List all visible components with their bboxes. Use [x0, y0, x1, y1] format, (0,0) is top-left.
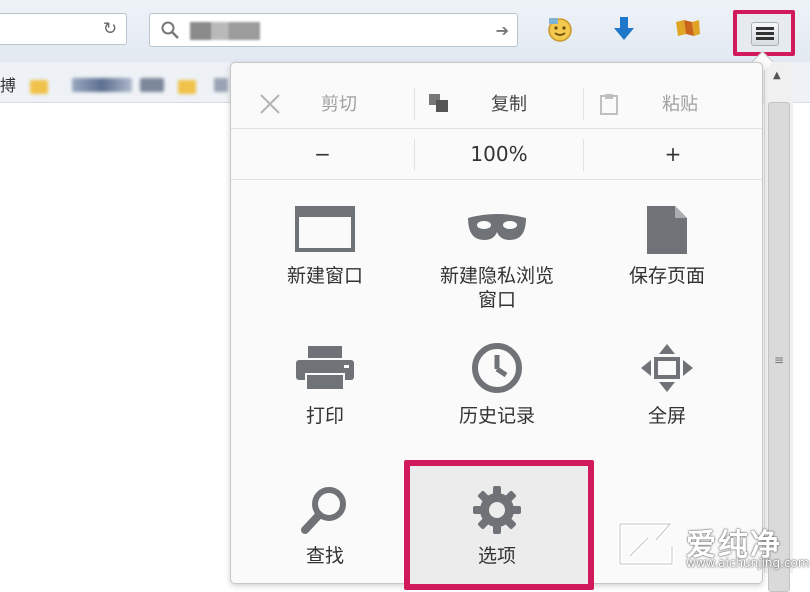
smiley-icon[interactable]: [545, 14, 575, 44]
watermark-url: www.aichunjing.com: [686, 556, 810, 570]
history-clock-icon: [472, 343, 522, 393]
bookmark-item-blurred[interactable]: [178, 80, 196, 94]
history-button[interactable]: 历史记录: [412, 340, 582, 440]
find-magnifier-icon: [301, 487, 346, 534]
new-private-window-label: 新建隐私浏览 窗口: [439, 265, 554, 311]
watermark: 爱纯净 www.aichunjing.com: [616, 518, 810, 573]
copy-label: 复制: [491, 94, 527, 115]
bookmark-item-blurred[interactable]: [30, 80, 48, 94]
paste-label: 粘贴: [662, 94, 698, 115]
page-scrollbar[interactable]: ▲ ≡: [764, 62, 793, 592]
paste-button[interactable]: 粘贴: [584, 78, 762, 128]
history-label: 历史记录: [458, 405, 535, 427]
save-page-button[interactable]: 保存页面: [582, 200, 752, 320]
fullscreen-button[interactable]: 全屏: [582, 340, 752, 440]
bookmark-partial-text[interactable]: 搏: [0, 72, 16, 96]
search-text-blurred: [190, 22, 260, 40]
clipboard-icon: [600, 94, 618, 115]
printer-icon: [296, 346, 354, 391]
arrow-right-icon[interactable]: ➔: [496, 21, 509, 40]
grip-icon: ≡: [774, 353, 785, 367]
bookmark-item-blurred[interactable]: [72, 78, 132, 92]
fullscreen-icon: [641, 344, 693, 392]
cut-label: 剪切: [321, 94, 357, 115]
new-private-window-button[interactable]: 新建隐私浏览 窗口: [412, 200, 582, 320]
new-window-label: 新建窗口: [286, 265, 363, 287]
scroll-up-arrow-icon[interactable]: ▲: [773, 70, 781, 81]
search-bar[interactable]: ➔: [149, 13, 518, 47]
zoom-out-button[interactable]: −: [231, 129, 414, 179]
save-page-label: 保存页面: [628, 265, 705, 287]
fullscreen-label: 全屏: [647, 405, 686, 427]
find-label: 查找: [305, 545, 344, 567]
find-button[interactable]: 查找: [240, 480, 410, 573]
edit-controls-row: 剪切 复制 粘贴: [231, 78, 762, 129]
new-window-icon: [295, 206, 355, 252]
hamburger-menu-icon: [751, 22, 779, 46]
save-page-icon: [647, 206, 687, 254]
watermark-logo-icon: [617, 521, 675, 567]
print-button[interactable]: 打印: [240, 340, 410, 440]
reload-icon[interactable]: ↻: [100, 19, 120, 39]
zoom-in-button[interactable]: +: [584, 129, 762, 179]
cut-button[interactable]: 剪切: [231, 78, 411, 128]
options-button[interactable]: 选项: [412, 480, 582, 573]
browser-toolbar: ↻ ➔: [0, 0, 810, 63]
copy-icon: [429, 94, 448, 112]
zoom-reset-button[interactable]: 100%: [415, 129, 583, 179]
options-gear-icon: [473, 486, 521, 534]
new-window-button[interactable]: 新建窗口: [240, 200, 410, 320]
bookmark-item-blurred[interactable]: [140, 78, 164, 92]
copy-button[interactable]: 复制: [415, 78, 583, 128]
private-mask-icon: [468, 214, 526, 240]
options-label: 选项: [477, 545, 516, 567]
open-menu-button[interactable]: [733, 10, 795, 56]
zoom-controls-row: − 100% +: [231, 129, 762, 180]
extension-icon[interactable]: [672, 14, 702, 44]
print-label: 打印: [305, 405, 344, 427]
scissors-icon: [260, 94, 280, 114]
download-icon[interactable]: [609, 14, 639, 44]
bookmark-item-blurred[interactable]: [214, 78, 228, 92]
address-bar[interactable]: ↻: [0, 13, 127, 45]
search-icon: [161, 21, 179, 39]
